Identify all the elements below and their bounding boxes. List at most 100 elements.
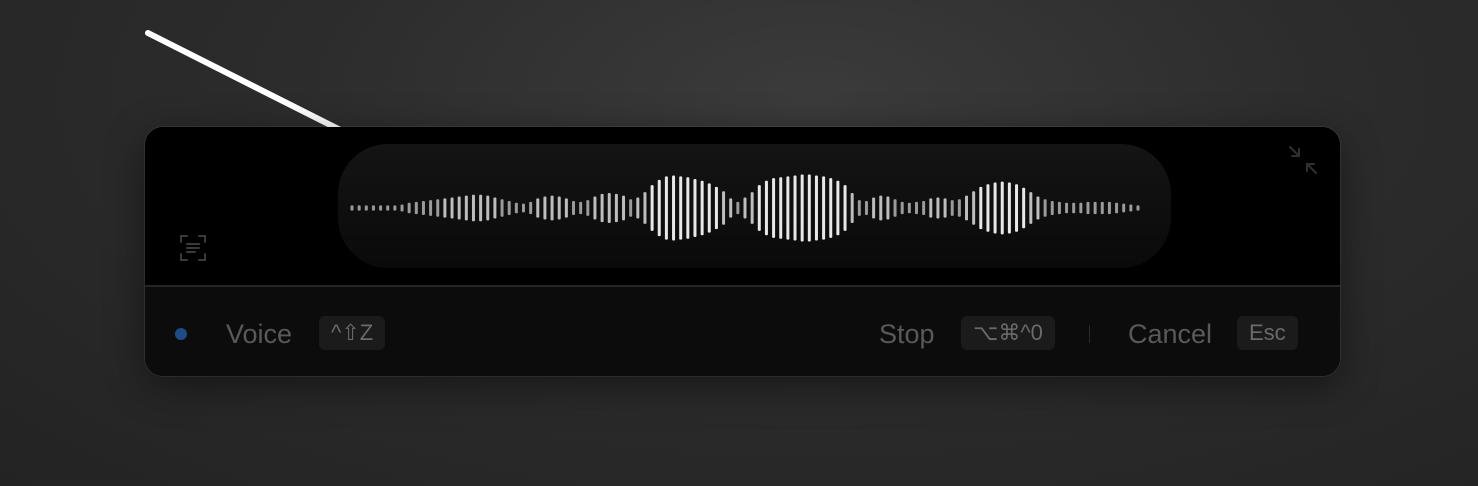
waveform-bar [807,174,811,242]
waveform-bar [950,200,954,216]
waveform-bar [550,195,554,221]
waveform-bar [722,191,726,225]
waveform-bar [1115,202,1119,214]
waveform-bar [350,205,354,211]
waveform-bar [914,201,918,215]
waveform-bar [936,197,940,219]
waveform-bar [736,201,740,215]
stop-shortcut-key: ⌥⌘^0 [961,316,1055,350]
waveform-bar [872,197,876,219]
waveform-bar [686,177,690,239]
collapse-icon [1289,146,1317,174]
waveform-bar [429,200,433,216]
waveform-bar [1050,200,1054,216]
waveform-bar [443,198,447,218]
waveform-bar [600,193,604,223]
waveform-bar [672,175,676,241]
waveform-bar [371,205,375,211]
waveform-bar [943,198,947,218]
waveform-bar [893,199,897,217]
waveform-bar [1057,201,1061,215]
stop-button[interactable]: Stop [879,316,935,352]
waveform-bar [986,184,990,232]
voice-shortcut-key: ^⇧Z [319,316,386,350]
waveform-bar [1086,201,1090,215]
waveform-bar [493,197,497,219]
waveform-bar [757,185,761,231]
waveform-bar [636,197,640,219]
waveform-bar [529,201,533,215]
waveform-bar [1043,199,1047,217]
waveform-bar [1136,205,1140,211]
waveform-area [145,127,1340,285]
waveform-bar [622,195,626,221]
waveform-bar [864,200,868,216]
waveform-bar [579,201,583,215]
waveform-bar [543,196,547,220]
waveform-bar [464,195,468,221]
waveform-bar [1036,196,1040,220]
voice-recorder-panel: Voice ^⇧Z Stop ⌥⌘^0 Cancel Esc [145,127,1340,376]
waveform-bar [407,202,411,214]
waveform-bar [900,201,904,215]
waveform-bar [857,200,861,216]
cancel-button[interactable]: Cancel [1128,316,1212,352]
waveform-bar [1015,184,1019,232]
waveform-bar [972,191,976,225]
waveform-bar [729,198,733,218]
waveform-bar [965,195,969,221]
waveform-bar [500,199,504,217]
waveform-bar [572,200,576,216]
waveform-bar [743,197,747,219]
waveform-bar [414,201,418,215]
collapse-button[interactable] [1285,142,1321,178]
waveform-bar [1093,201,1097,215]
waveform-bar [772,178,776,238]
waveform-bar [650,185,654,231]
waveform-bar [750,192,754,224]
waveform-bar [843,185,847,231]
screen-text-button[interactable] [175,230,211,266]
waveform-bar [779,177,783,239]
waveform-bar [764,180,768,236]
waveform-bar [364,205,368,211]
waveform-bar [393,205,397,211]
waveform-bar [1065,202,1069,214]
waveform-bar [922,200,926,216]
waveform-bar [850,193,854,223]
waveform-bar [829,178,833,238]
waveform-bar [786,176,790,240]
waveform-bar [1107,201,1111,215]
waveform-bar [586,200,590,216]
waveform-bar [450,197,454,219]
waveform-bar [679,176,683,240]
waveform-bar [479,194,483,222]
waveform-bar [436,199,440,217]
waveform-bar [793,175,797,241]
waveform-bar [929,198,933,218]
waveform-bar [979,186,983,230]
waveform-bar [379,205,383,211]
waveform-bar [707,183,711,233]
waveform-bar [593,196,597,220]
waveform-bar [714,186,718,230]
waveform-bar [507,200,511,216]
waveform-bar [836,180,840,236]
waveform-bar [607,193,611,223]
waveform-bar [1029,192,1033,224]
audio-waveform [350,174,1140,242]
waveform-bar [693,178,697,238]
waveform-bar [514,202,518,214]
shortcut-bar: Voice ^⇧Z Stop ⌥⌘^0 Cancel Esc [145,287,1340,376]
waveform-bar [814,175,818,241]
waveform-bar [557,196,561,220]
waveform-bar [421,200,425,216]
waveform-bar [564,198,568,218]
waveform-bar [957,199,961,217]
screen-text-icon [180,235,206,261]
waveform-bar [886,196,890,220]
waveform-bar [700,180,704,236]
waveform-bar [457,196,461,220]
waveform-bar [386,205,390,211]
waveform-bar [614,193,618,223]
